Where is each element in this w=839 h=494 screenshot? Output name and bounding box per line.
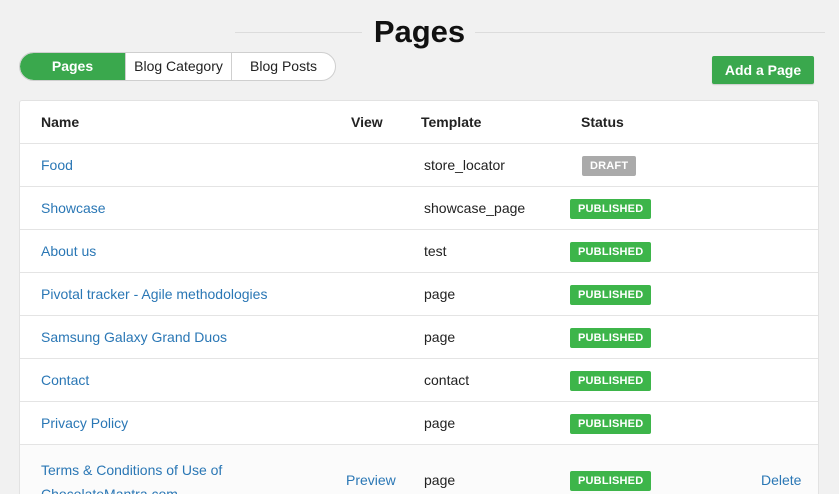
pages-table: Name View Template Status Food store_loc… [19,100,819,494]
status-badge: PUBLISHED [570,414,652,434]
page-template: test [424,243,447,259]
column-header-status[interactable]: Status [581,101,624,144]
page-template: store_locator [424,157,505,173]
page-title: Pages [373,14,466,49]
tab-blog-category[interactable]: Blog Category [125,53,231,80]
status-badge: PUBLISHED [570,371,652,391]
table-row: Contact contact PUBLISHED [20,359,818,402]
page-name-link[interactable]: Privacy Policy [41,402,128,445]
page-template: page [424,472,456,488]
status-badge: PUBLISHED [570,199,652,219]
page-name-link[interactable]: Contact [41,359,89,402]
delete-link[interactable]: Delete [761,459,801,494]
column-header-template[interactable]: Template [421,101,481,144]
title-row: Pages [0,12,839,54]
table-header: Name View Template Status [20,101,818,144]
page-template: page [424,415,456,431]
page-name-link[interactable]: Samsung Galaxy Grand Duos [41,316,227,359]
page-name-link[interactable]: Terms & Conditions of Use of ChocolateMa… [41,458,241,494]
column-header-name[interactable]: Name [41,101,79,144]
pages-screen: Pages Pages Blog Category Blog Posts Add… [0,0,839,494]
status-badge: PUBLISHED [570,285,652,305]
page-name-link[interactable]: Pivotal tracker - Agile methodologies [41,273,267,316]
table-row: Food store_locator DRAFT [20,144,818,187]
page-template: showcase_page [424,200,526,216]
table-row: About us test PUBLISHED [20,230,818,273]
page-name-link[interactable]: Showcase [41,187,106,230]
column-header-view: View [351,114,383,130]
preview-link[interactable]: Preview [346,459,396,494]
status-badge: PUBLISHED [570,328,652,348]
page-template: page [424,329,456,345]
tab-blog-posts[interactable]: Blog Posts [231,53,335,80]
status-badge: PUBLISHED [570,242,652,262]
table-row: Samsung Galaxy Grand Duos page PUBLISHED [20,316,818,359]
section-tabs: Pages Blog Category Blog Posts [19,52,336,81]
page-template: page [424,286,456,302]
table-row: Terms & Conditions of Use of ChocolateMa… [20,445,818,494]
page-name-link[interactable]: About us [41,230,96,273]
page-name-link[interactable]: Food [41,144,73,187]
table-row: Showcase showcase_page PUBLISHED [20,187,818,230]
status-badge: PUBLISHED [570,471,652,491]
page-template: contact [424,372,470,388]
table-row: Pivotal tracker - Agile methodologies pa… [20,273,818,316]
tab-pages[interactable]: Pages [20,53,125,80]
status-badge: DRAFT [582,156,637,176]
add-page-button[interactable]: Add a Page [712,56,814,84]
table-row: Privacy Policy page PUBLISHED [20,402,818,445]
